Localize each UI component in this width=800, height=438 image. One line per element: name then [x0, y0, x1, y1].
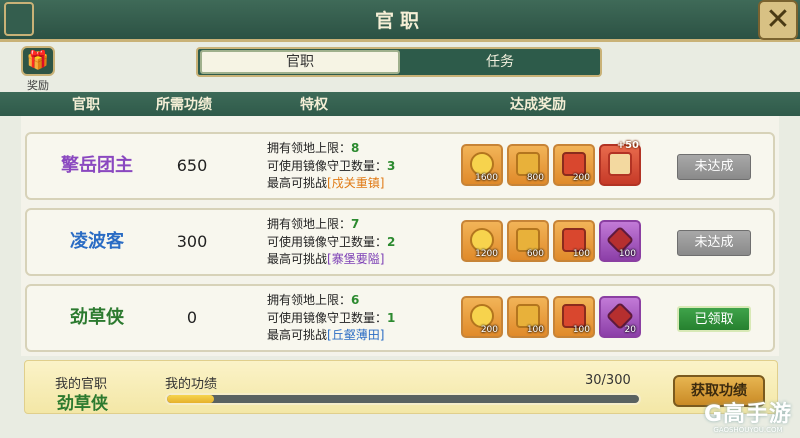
- status-button[interactable]: 已领取: [677, 306, 751, 332]
- reward-label: 奖励: [27, 79, 49, 92]
- perks: 拥有领地上限：7 可使用镜像守卫数量：2 最高可挑战[寨堡要隘]: [267, 216, 395, 269]
- perk-value: [丘壑薄田]: [327, 328, 385, 342]
- watermark: G高手游 GAOSHOUYOU.COM: [704, 396, 792, 434]
- col-required: 所需功绩: [156, 97, 212, 113]
- perk-label: 可使用镜像守卫数量：: [267, 234, 388, 249]
- reward-amount: 1200: [475, 249, 498, 259]
- rank-name: 劲草侠: [70, 307, 124, 328]
- perk-value: 2: [387, 234, 396, 249]
- title-bar: 官职 ✕: [0, 0, 800, 42]
- perk-label: 最高可挑战: [267, 252, 328, 266]
- tab-tasks[interactable]: 任务: [400, 49, 600, 75]
- reward-amount: 100: [572, 249, 590, 259]
- list-item: 擎岳团主 650 拥有领地上限：8 可使用镜像守卫数量：3 最高可挑战[戍关重镇…: [25, 132, 775, 200]
- reward-item[interactable]: 100: [599, 220, 641, 262]
- reward-amount: 200: [572, 173, 590, 183]
- perks: 拥有领地上限：6 可使用镜像守卫数量：1 最高可挑战[丘壑薄田]: [267, 292, 395, 345]
- close-icon: ✕: [765, 2, 791, 37]
- perk-label: 最高可挑战: [267, 176, 328, 190]
- perk-label: 拥有领地上限：: [267, 141, 352, 155]
- perk-value: [戍关重镇]: [327, 176, 385, 190]
- perk-label: 最高可挑战: [267, 328, 328, 342]
- reward-item[interactable]: 1600: [461, 144, 503, 186]
- status-button[interactable]: 未达成: [677, 230, 751, 256]
- perk-value: 1: [387, 310, 396, 325]
- tab-official-rank[interactable]: 官职: [200, 50, 400, 74]
- reward-item[interactable]: 800: [507, 144, 549, 186]
- rank-name: 擎岳团主: [61, 155, 133, 176]
- reward-amount: 20: [624, 325, 636, 335]
- required-merit: 0: [186, 308, 198, 327]
- reward-amount: 200: [480, 325, 498, 335]
- reward-amount: 600: [526, 249, 544, 259]
- reward-amount: 100: [526, 325, 544, 335]
- merit-label: 我的功绩: [165, 377, 218, 392]
- perk-value: 3: [387, 158, 396, 173]
- reward-item[interactable]: 600: [507, 220, 549, 262]
- merit-value: 30/300: [585, 373, 631, 388]
- tab-bar: 官职 任务: [196, 47, 602, 77]
- reward-item[interactable]: 1200: [461, 220, 503, 262]
- page-title: 官职: [374, 10, 425, 32]
- reward-item[interactable]: 100: [553, 220, 595, 262]
- perk-label: 可使用镜像守卫数量：: [267, 310, 388, 325]
- merit-progress-bar: [165, 393, 641, 405]
- reward-item[interactable]: 20: [599, 296, 641, 338]
- col-rewards: 达成奖励: [510, 97, 566, 113]
- reward-item[interactable]: 200: [553, 144, 595, 186]
- status-button[interactable]: 未达成: [677, 154, 751, 180]
- cards-icon: [608, 152, 632, 176]
- reward-plus: +50: [616, 140, 639, 151]
- perks: 拥有领地上限：8 可使用镜像守卫数量：3 最高可挑战[戍关重镇]: [267, 140, 395, 193]
- reward-amount: 100: [572, 325, 590, 335]
- reward-item[interactable]: 100: [553, 296, 595, 338]
- list-item: 劲草侠 0 拥有领地上限：6 可使用镜像守卫数量：1 最高可挑战[丘壑薄田] 2…: [25, 284, 775, 352]
- perk-label: 拥有领地上限：: [267, 293, 352, 307]
- perk-value: [寨堡要隘]: [327, 252, 385, 266]
- col-title: 官职: [72, 97, 100, 113]
- column-header: 官职 所需功绩 特权 达成奖励: [0, 92, 800, 116]
- required-merit: 650: [176, 156, 208, 175]
- watermark-url: GAOSHOUYOU.COM: [713, 426, 783, 434]
- rank-name: 凌波客: [70, 231, 124, 252]
- my-title-value: 劲草侠: [57, 394, 108, 414]
- list-item: 凌波客 300 拥有领地上限：7 可使用镜像守卫数量：2 最高可挑战[寨堡要隘]…: [25, 208, 775, 276]
- reward-amount: 1600: [475, 173, 498, 183]
- reward-button[interactable]: 🎁 奖励: [18, 46, 58, 92]
- reward-amount: 100: [618, 249, 636, 259]
- perk-value: 7: [351, 217, 360, 231]
- reward-amount: 800: [526, 173, 544, 183]
- gift-icon: 🎁: [21, 46, 55, 76]
- col-perks: 特权: [300, 97, 328, 113]
- close-button[interactable]: ✕: [758, 0, 798, 40]
- perk-label: 拥有领地上限：: [267, 217, 352, 231]
- reward-item[interactable]: +50: [599, 140, 641, 186]
- perk-label: 可使用镜像守卫数量：: [267, 158, 388, 173]
- watermark-text: G高手游: [703, 402, 792, 427]
- merit-progress-fill: [167, 395, 215, 403]
- reward-item[interactable]: 200: [461, 296, 503, 338]
- required-merit: 300: [176, 232, 208, 251]
- my-rank-bar: 我的官职 劲草侠 我的功绩 30/300 获取功绩: [24, 360, 778, 414]
- rank-list[interactable]: 擎岳团主 650 拥有领地上限：8 可使用镜像守卫数量：3 最高可挑战[戍关重镇…: [21, 116, 779, 356]
- perk-value: 6: [351, 293, 360, 307]
- perk-value: 8: [351, 141, 360, 155]
- reward-item[interactable]: 100: [507, 296, 549, 338]
